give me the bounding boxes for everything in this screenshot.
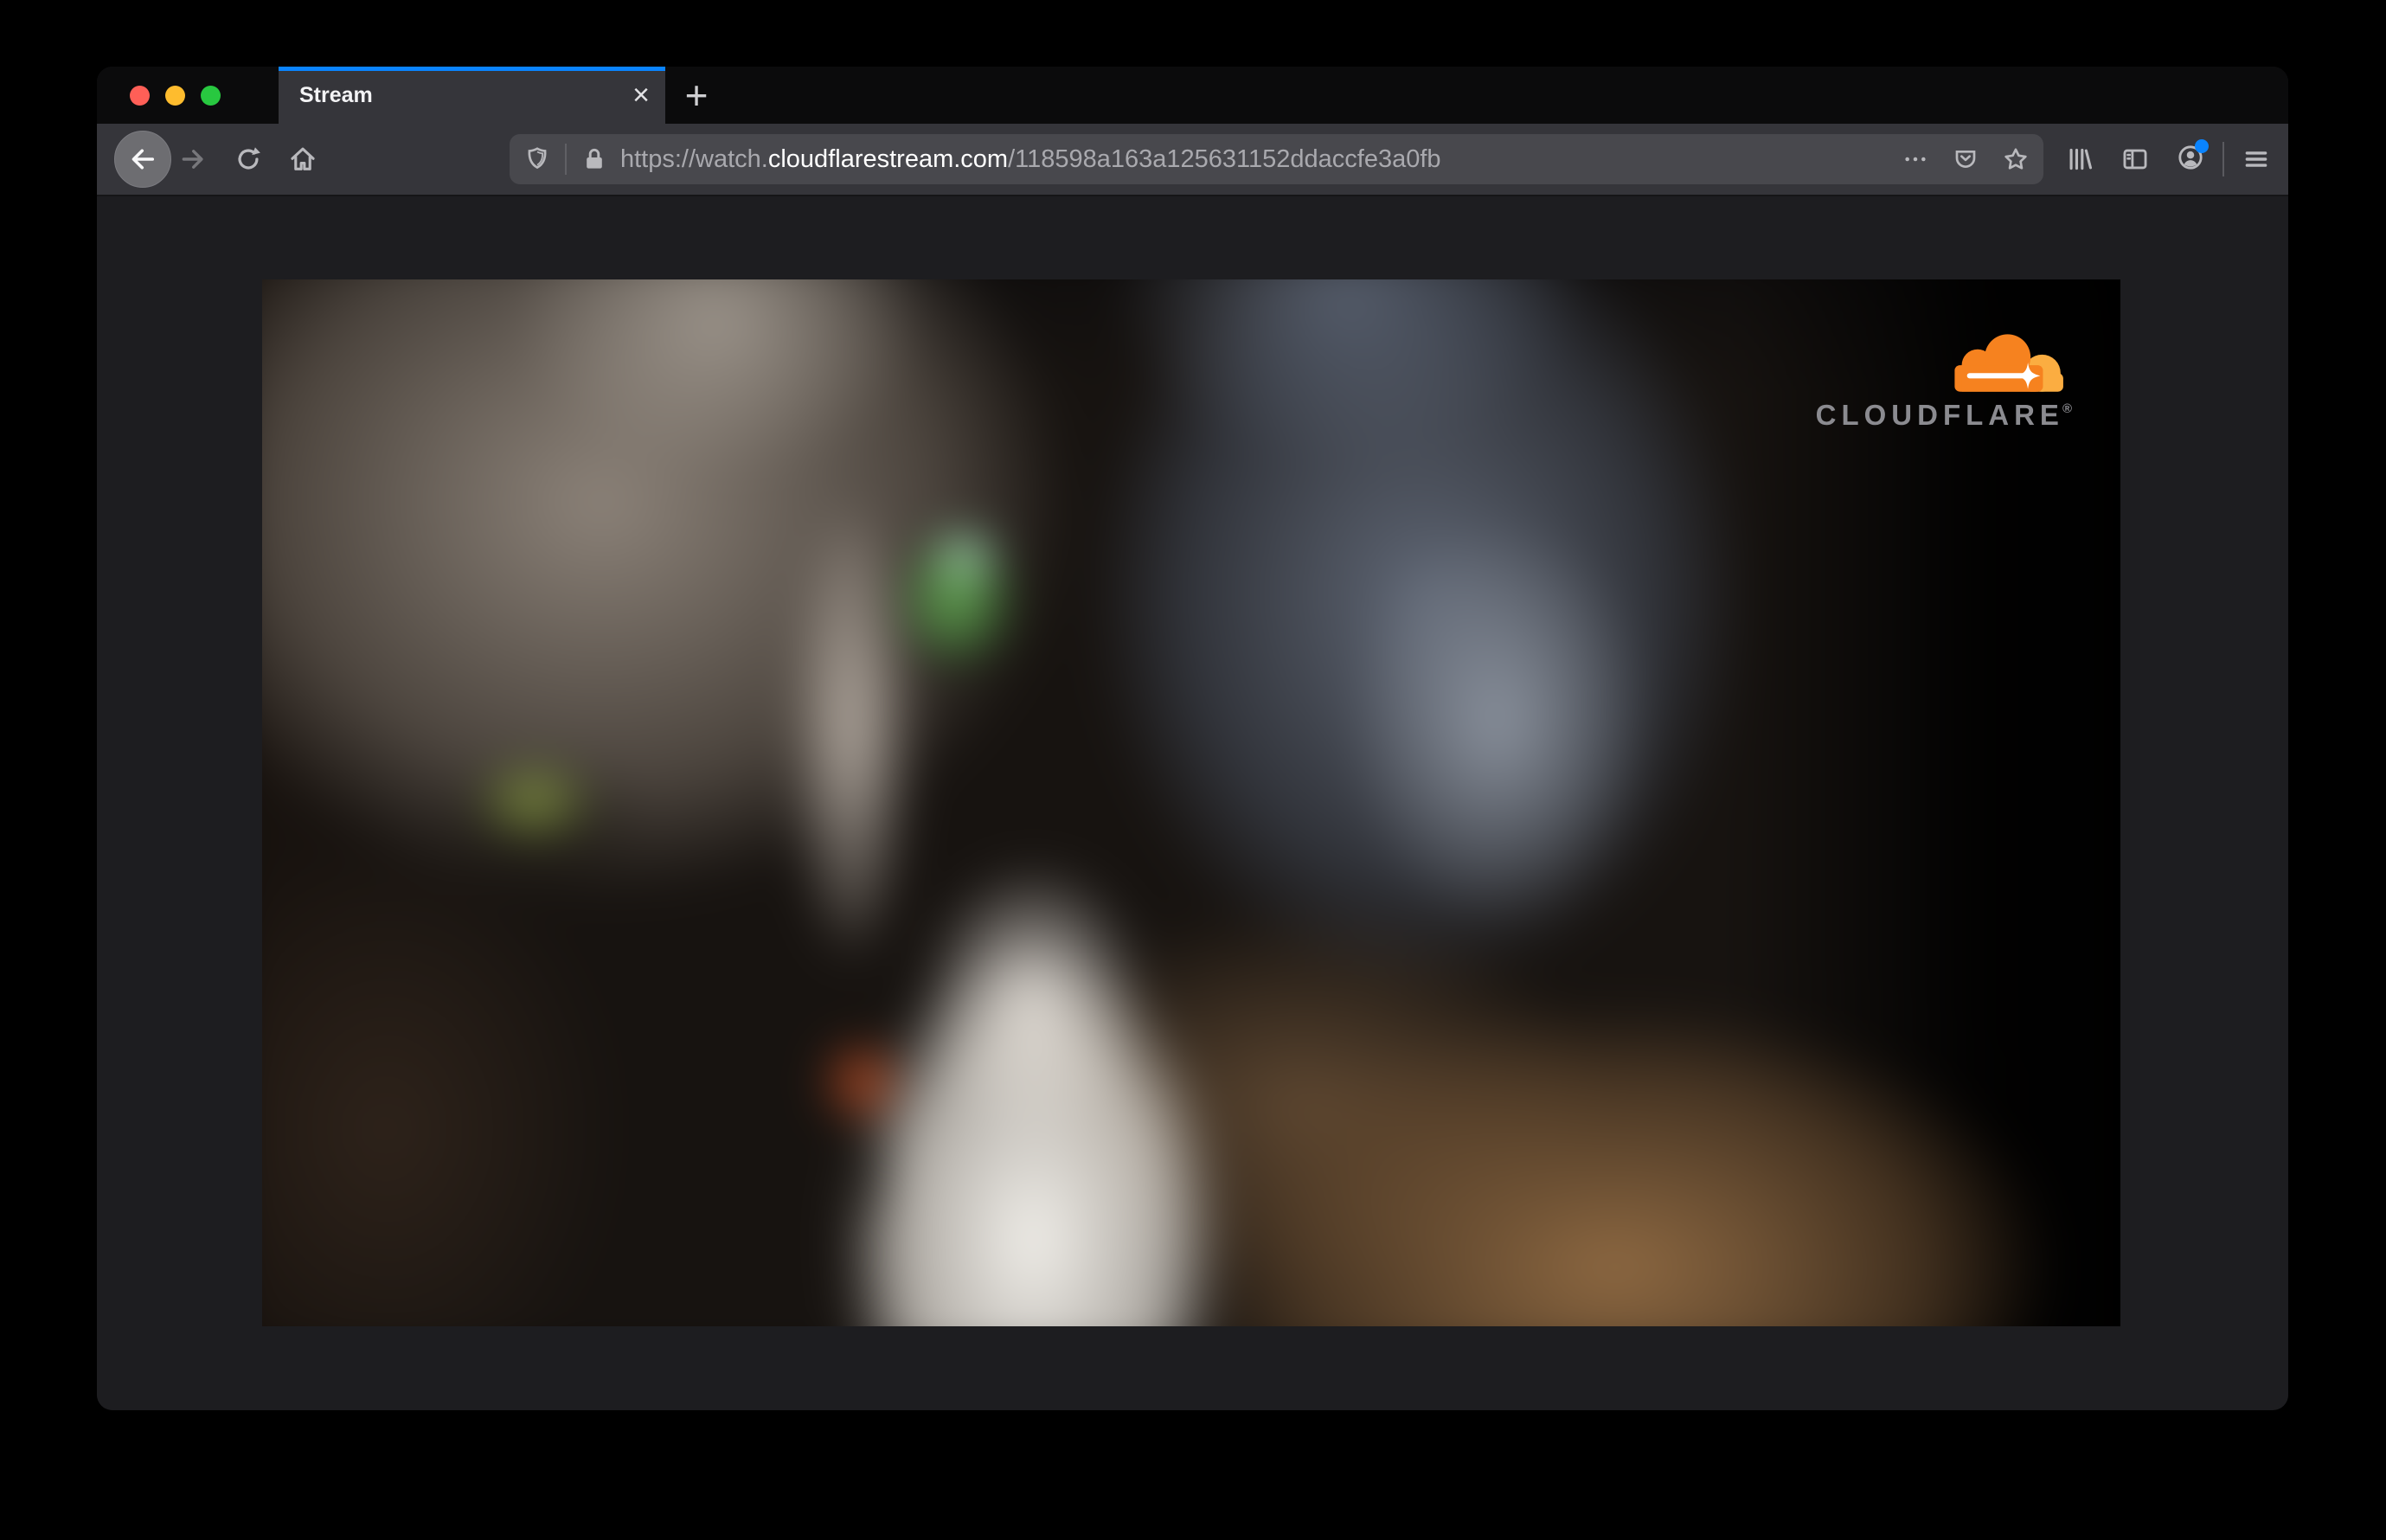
pocket-icon[interactable] [1952,145,1979,173]
active-tab-indicator [279,67,665,71]
urlbar-divider [565,144,567,175]
tab-bar: Stream × + [97,67,2288,124]
cloudflare-cloud-icon [1954,334,2063,392]
toolbar-divider [2222,142,2224,176]
cloudflare-logo: CLOUDFLARE® [1816,330,2072,432]
page-content: CLOUDFLARE® [97,196,2288,1408]
page-actions-icon[interactable] [1902,145,1929,173]
bookmark-star-icon[interactable] [2002,145,2030,173]
account-button[interactable] [2176,138,2209,176]
video-player[interactable]: CLOUDFLARE® [262,279,2120,1326]
navigation-toolbar: https://watch.cloudflarestream.com/11859… [97,124,2288,196]
window-controls [130,67,221,124]
back-icon [131,149,155,170]
url-domain: cloudflarestream.com [767,144,1009,173]
reload-button[interactable] [234,144,263,174]
video-frame-cat [262,279,2120,1326]
tab-close-icon[interactable]: × [632,80,650,110]
sidebar-icon[interactable] [2120,144,2150,174]
lock-icon[interactable] [580,145,608,173]
url-text[interactable]: https://watch.cloudflarestream.com/11859… [620,145,1441,174]
browser-window: Stream × + https://watch.cloudflarestrea… [97,67,2288,1410]
screen: Stream × + https://watch.cloudflarestrea… [0,0,2386,1540]
forward-button[interactable] [178,144,208,174]
library-icon[interactable] [2065,144,2094,174]
notification-dot [2195,138,2209,153]
url-scheme: https://watch. [620,144,768,173]
url-path: /118598a163a125631152ddaccfe3a0fb [1008,144,1441,173]
shield-icon[interactable] [523,145,551,173]
url-bar[interactable]: https://watch.cloudflarestream.com/11859… [510,134,2043,184]
back-button[interactable] [114,131,171,188]
urlbar-actions [1902,145,2030,173]
tab-stream[interactable]: Stream × [279,67,665,124]
minimize-window-button[interactable] [165,85,185,106]
home-button[interactable] [288,144,317,174]
cloudflare-wordmark: CLOUDFLARE® [1815,399,2072,431]
new-tab-button[interactable]: + [668,67,725,124]
menu-button[interactable] [2242,144,2271,174]
tab-title: Stream [299,82,373,107]
close-window-button[interactable] [130,85,150,106]
fullscreen-window-button[interactable] [201,85,221,106]
